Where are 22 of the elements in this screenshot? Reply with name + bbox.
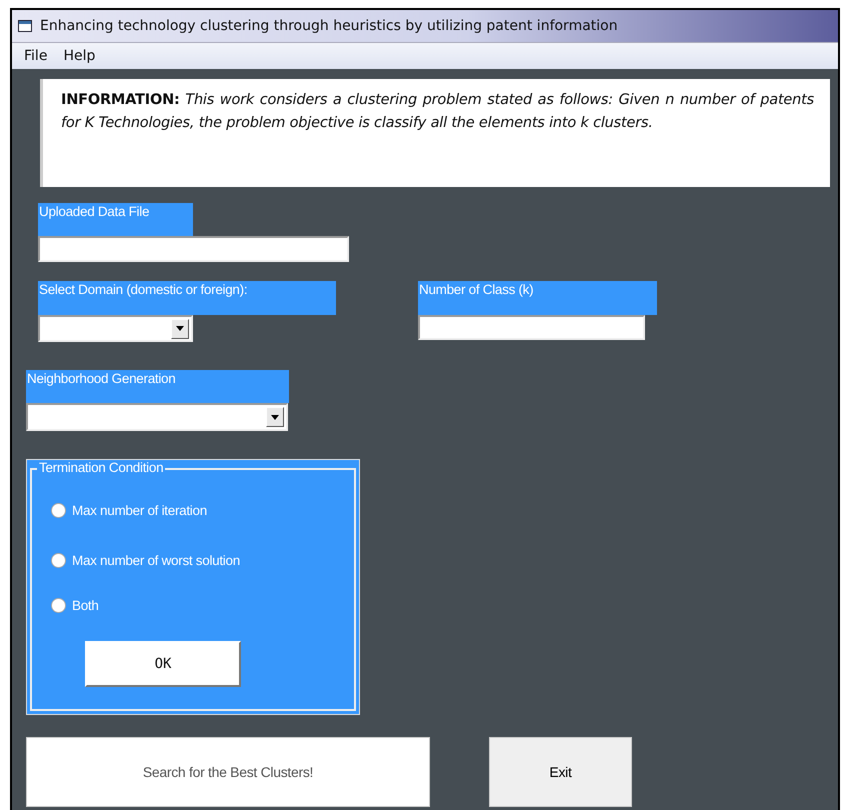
caret-icon — [176, 326, 184, 331]
search-button[interactable]: Search for the Best Clusters! — [26, 737, 430, 807]
field-label: Neighborhood Generation — [26, 370, 289, 403]
radio-button[interactable] — [51, 502, 66, 518]
dropdown[interactable] — [38, 315, 193, 342]
input-field[interactable] — [38, 236, 349, 262]
field-label: Number of Class (k) — [418, 281, 657, 315]
radio-button[interactable] — [51, 552, 66, 568]
menu-item[interactable]: File — [24, 48, 48, 64]
window-icon — [18, 20, 32, 32]
radio-button[interactable] — [51, 598, 66, 612]
field-label: Uploaded Data File — [38, 203, 193, 236]
dropdown[interactable] — [26, 403, 288, 431]
information-panel: INFORMATION: This work considers a clustering problem stated as follows: Given n number of patents for K Technologies, the problem objective is classify all the elements into k clusters. — [40, 79, 830, 187]
window-title: Enhancing technology clustering through heuristics by utilizing patent information — [40, 18, 618, 34]
input-field[interactable] — [418, 315, 645, 340]
group-title: Termination Condition — [37, 460, 166, 475]
menu-item[interactable]: Help — [63, 48, 96, 64]
field-label: Select Domain (domestic or foreign): — [38, 281, 336, 315]
ok-button[interactable]: OK — [85, 641, 241, 687]
caret-icon — [271, 414, 279, 420]
exit-button[interactable]: Exit — [489, 737, 632, 807]
